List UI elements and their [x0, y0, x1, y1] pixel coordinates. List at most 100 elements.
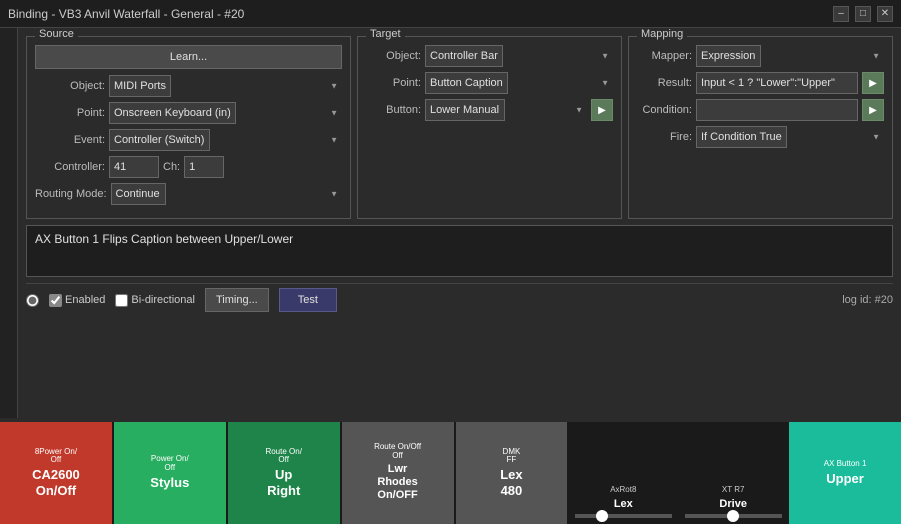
close-button[interactable]: ✕ — [877, 6, 893, 22]
ctrl-btn-6-top: AX Button 1 — [824, 460, 867, 469]
target-object-select[interactable]: Controller Bar — [425, 45, 503, 67]
description-area: AX Button 1 Flips Caption between Upper/… — [26, 225, 893, 277]
target-point-wrapper: Button Caption — [425, 72, 613, 94]
ctrl-btn-3[interactable]: Route On/Off UpRight — [228, 422, 340, 524]
ctrl-btn-3-top: Route On/Off — [265, 448, 301, 466]
log-id: log id: #20 — [842, 294, 893, 306]
source-object-row: Object: MIDI Ports — [35, 75, 342, 97]
ctrl-btn-5[interactable]: DMKFF Lex480 — [456, 422, 568, 524]
ctrl-btn-2[interactable]: Power On/Off Stylus — [114, 422, 226, 524]
source-event-label: Event: — [35, 134, 105, 146]
test-button[interactable]: Test — [279, 288, 337, 312]
slider-2-input[interactable] — [685, 514, 782, 518]
target-panel: Target Object: Controller Bar Point: But… — [357, 36, 622, 219]
left-sidebar — [0, 28, 18, 418]
source-controller-row: Controller: Ch: — [35, 156, 342, 178]
source-panel-title: Source — [35, 28, 78, 40]
routing-mode-row: Routing Mode: Continue — [35, 183, 342, 205]
controller-strip: 8Power On/Off CA2600On/Off Power On/Off … — [0, 422, 901, 524]
mapping-panel: Mapping Mapper: Expression Result: ▶ Co — [628, 36, 893, 219]
source-event-wrapper: Controller (Switch) — [109, 129, 342, 151]
ctrl-btn-6[interactable]: AX Button 1 Upper — [789, 422, 901, 524]
source-point-wrapper: Onscreen Keyboard (in) — [109, 102, 342, 124]
title-bar: Binding - VB3 Anvil Waterfall - General … — [0, 0, 901, 28]
routing-mode-label: Routing Mode: — [35, 188, 107, 200]
learn-button[interactable]: Learn... — [35, 45, 342, 69]
target-button-wrapper: Lower Manual — [425, 99, 587, 121]
target-arrow-button[interactable]: ▶ — [591, 99, 613, 121]
slider-2-main: Drive — [719, 498, 747, 510]
source-point-select[interactable]: Onscreen Keyboard (in) — [109, 102, 236, 124]
enabled-label: Enabled — [49, 294, 105, 307]
mapper-label: Mapper: — [637, 50, 692, 62]
slider-1-input[interactable] — [575, 514, 672, 518]
ch-label: Ch: — [163, 161, 180, 173]
mapper-wrapper: Expression — [696, 45, 884, 67]
condition-label: Condition: — [637, 104, 692, 116]
target-object-label: Object: — [366, 50, 421, 62]
slider-1-main: Lex — [614, 498, 633, 510]
ctrl-btn-6-main: Upper — [826, 471, 864, 487]
condition-arrow-button[interactable]: ▶ — [862, 99, 884, 121]
ctrl-btn-3-main: UpRight — [267, 467, 300, 498]
ch-input[interactable] — [184, 156, 224, 178]
condition-row: Condition: ▶ — [637, 99, 884, 121]
fire-row: Fire: If Condition True — [637, 126, 884, 148]
title-bar-text: Binding - VB3 Anvil Waterfall - General … — [8, 7, 244, 21]
ctrl-btn-4-main: LwrRhodesOn/OFF — [377, 463, 417, 503]
bidirectional-label: Bi-directional — [115, 294, 195, 307]
slider-2-container: XT R7 Drive — [679, 422, 787, 524]
panels-row: Source Learn... Object: MIDI Ports Point… — [26, 36, 893, 219]
condition-input[interactable] — [696, 99, 858, 121]
target-point-label: Point: — [366, 77, 421, 89]
target-object-wrapper: Controller Bar — [425, 45, 613, 67]
bottom-bar: Enabled Bi-directional Timing... Test lo… — [26, 283, 893, 316]
ctrl-btn-2-main: Stylus — [150, 475, 189, 491]
main-area: Source Learn... Object: MIDI Ports Point… — [18, 28, 901, 324]
fire-select[interactable]: If Condition True — [696, 126, 787, 148]
ctrl-btn-1-main: CA2600On/Off — [32, 467, 80, 498]
slider-2-top: XT R7 — [722, 485, 745, 494]
ctrl-btn-5-top: DMKFF — [503, 448, 521, 466]
ctrl-btn-2-top: Power On/Off — [151, 455, 189, 473]
target-button-label: Button: — [366, 104, 421, 116]
source-point-label: Point: — [35, 107, 105, 119]
minimize-button[interactable]: – — [833, 6, 849, 22]
slider-1-top: AxRot8 — [610, 485, 636, 494]
mapper-row: Mapper: Expression — [637, 45, 884, 67]
result-input[interactable] — [696, 72, 858, 94]
result-label: Result: — [637, 77, 692, 89]
timing-button[interactable]: Timing... — [205, 288, 269, 312]
bidirectional-checkbox[interactable] — [115, 294, 128, 307]
ctrl-btn-4[interactable]: Route On/OffOff LwrRhodesOn/OFF — [342, 422, 454, 524]
fire-wrapper: If Condition True — [696, 126, 884, 148]
target-point-row: Point: Button Caption — [366, 72, 613, 94]
routing-mode-select[interactable]: Continue — [111, 183, 166, 205]
enabled-radio[interactable] — [26, 294, 39, 307]
ctrl-btn-1-top: 8Power On/Off — [35, 448, 77, 466]
ctrl-btn-4-top: Route On/OffOff — [374, 443, 421, 461]
ctrl-btn-5-main: Lex480 — [500, 467, 522, 498]
source-panel: Source Learn... Object: MIDI Ports Point… — [26, 36, 351, 219]
target-point-select[interactable]: Button Caption — [425, 72, 508, 94]
result-arrow-button[interactable]: ▶ — [862, 72, 884, 94]
slider-1-container: AxRot8 Lex — [569, 422, 677, 524]
source-event-row: Event: Controller (Switch) — [35, 129, 342, 151]
source-object-select[interactable]: MIDI Ports — [109, 75, 171, 97]
source-object-wrapper: MIDI Ports — [109, 75, 342, 97]
controller-input[interactable] — [109, 156, 159, 178]
dialog-content: Source Learn... Object: MIDI Ports Point… — [18, 28, 901, 324]
enabled-checkbox[interactable] — [49, 294, 62, 307]
source-object-label: Object: — [35, 80, 105, 92]
mapping-panel-title: Mapping — [637, 28, 687, 40]
target-object-row: Object: Controller Bar — [366, 45, 613, 67]
result-row: Result: ▶ — [637, 72, 884, 94]
maximize-button[interactable]: □ — [855, 6, 871, 22]
description-text: AX Button 1 Flips Caption between Upper/… — [35, 232, 293, 246]
target-button-select[interactable]: Lower Manual — [425, 99, 505, 121]
mapper-select[interactable]: Expression — [696, 45, 761, 67]
source-controller-label: Controller: — [35, 161, 105, 173]
ctrl-btn-1[interactable]: 8Power On/Off CA2600On/Off — [0, 422, 112, 524]
target-button-row: Button: Lower Manual ▶ — [366, 99, 613, 121]
source-event-select[interactable]: Controller (Switch) — [109, 129, 210, 151]
